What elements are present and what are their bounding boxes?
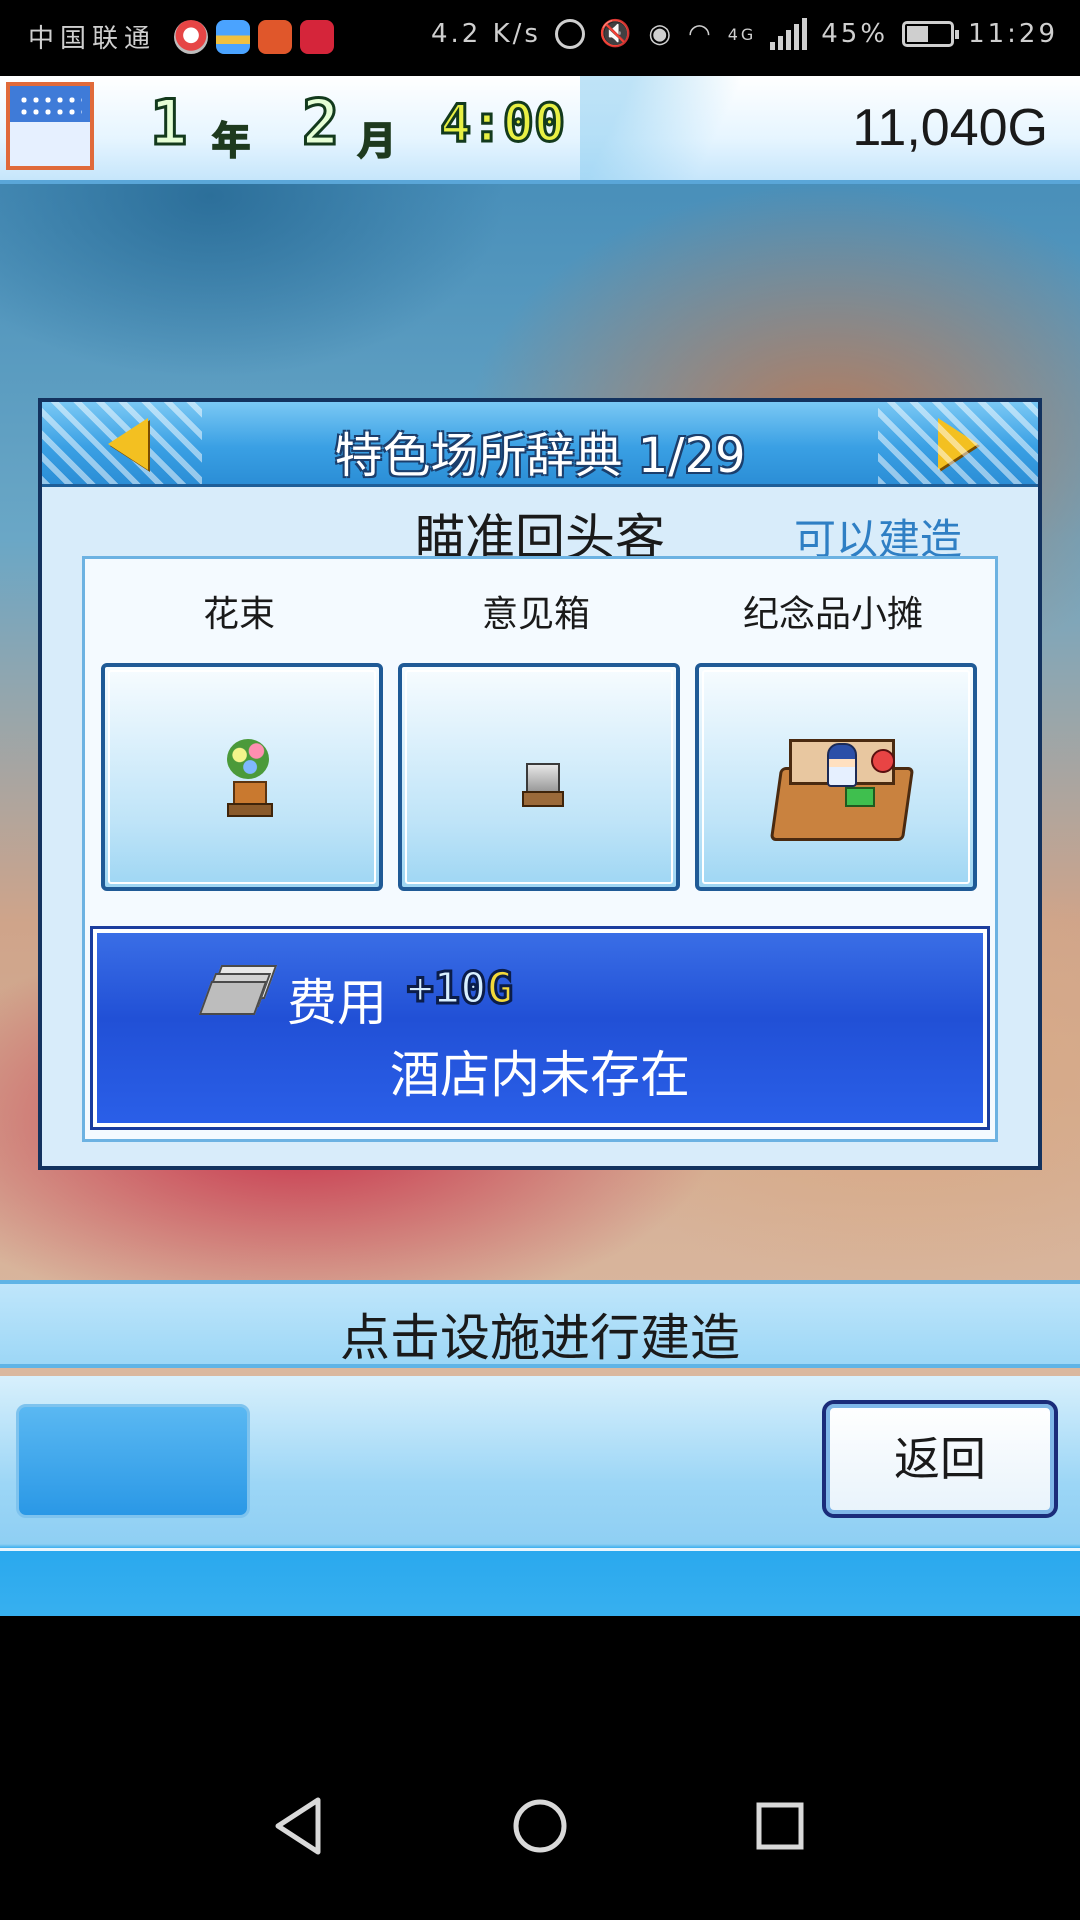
eye-comfort-icon: ◉	[648, 19, 674, 49]
facility-label-2: 意见箱	[481, 594, 590, 635]
hint-bar: 点击设施进行建造	[0, 1280, 1080, 1368]
hd-call-icon	[554, 19, 585, 49]
clock: 11:29	[968, 19, 1058, 49]
facility-label-1: 花束	[202, 594, 275, 635]
next-page-arrow-icon[interactable]	[938, 418, 978, 470]
weibo-app-icon	[300, 19, 335, 54]
dialog-header: 特色场所辞典 1/29	[42, 402, 1038, 487]
dialog-title: 特色场所辞典 1/29	[334, 428, 746, 484]
month-unit: 月	[357, 118, 397, 164]
back-button[interactable]: 返回	[822, 1400, 1058, 1518]
year-unit: 年	[211, 118, 251, 164]
net-speed: 4.2 K/s	[430, 19, 541, 49]
system-nav-bar	[0, 1616, 1080, 1920]
battery-percent: 45%	[821, 19, 889, 49]
flower-bouquet-icon	[223, 739, 273, 819]
status-right: 4.2 K/s 🔇 ◉ ◠ 4G 45% 11:29	[431, 18, 1058, 50]
signal-type: 4G	[727, 24, 757, 44]
hint-text: 点击设施进行建造	[340, 1309, 740, 1367]
status-left: 中国联通	[28, 18, 335, 55]
status-bar: 中国联通 4.2 K/s 🔇 ◉ ◠ 4G 45% 11:29	[0, 0, 1080, 76]
souvenir-stand-icon	[769, 733, 915, 845]
winter-snow-icon[interactable]	[6, 82, 94, 170]
facility-card-souvenir-stand[interactable]	[695, 663, 977, 891]
facility-panel: 花束 意见箱 纪念品小摊 费用 +10G 酒店内未存在	[82, 556, 998, 1142]
bottom-bar: 返回	[0, 1376, 1080, 1616]
facility-label-3: 纪念品小摊	[742, 594, 923, 635]
top-info-bar: 1 年 2 月 4:00 11,040G	[0, 76, 1080, 184]
left-empty-button[interactable]	[16, 1404, 250, 1518]
cost-unit: G	[485, 962, 514, 1016]
cost-value: +10G	[405, 962, 514, 1016]
facility-dictionary-dialog: 特色场所辞典 1/29 瞄准回头客 可以建造 花束 意见箱 纪念品小摊 费用 +…	[38, 398, 1042, 1170]
nav-back-icon[interactable]	[260, 1786, 340, 1866]
video-app-icon	[258, 19, 293, 54]
money-icon	[198, 965, 278, 1015]
cost-amount: +10	[405, 962, 488, 1016]
year-number: 1	[148, 85, 188, 161]
mute-icon: 🔇	[598, 19, 635, 49]
game-time: 4:00	[438, 93, 566, 156]
wallet-app-icon	[216, 19, 251, 54]
cost-info-panel: 费用 +10G 酒店内未存在	[90, 926, 990, 1130]
cost-label: 费用	[287, 974, 387, 1032]
month-number: 2	[300, 85, 340, 161]
game-screen: 1 年 2 月 4:00 11,040G 特色场所辞典 1/29 瞄准回头客 可…	[0, 76, 1080, 1616]
facility-card-suggestion-box[interactable]	[398, 663, 680, 891]
facility-card-flower[interactable]	[101, 663, 383, 891]
carrier-name: 中国联通	[28, 24, 157, 54]
battery-icon	[902, 21, 960, 47]
suggestion-box-icon	[522, 763, 564, 807]
nav-recent-icon[interactable]	[740, 1786, 820, 1866]
hotel-status: 酒店内未存在	[390, 1046, 690, 1104]
nav-home-icon[interactable]	[500, 1786, 580, 1866]
wifi-icon: ◠	[688, 19, 714, 49]
gold-amount: 11,040G	[852, 99, 1048, 157]
maps-app-icon	[174, 19, 209, 54]
signal-bars-icon	[770, 18, 808, 50]
